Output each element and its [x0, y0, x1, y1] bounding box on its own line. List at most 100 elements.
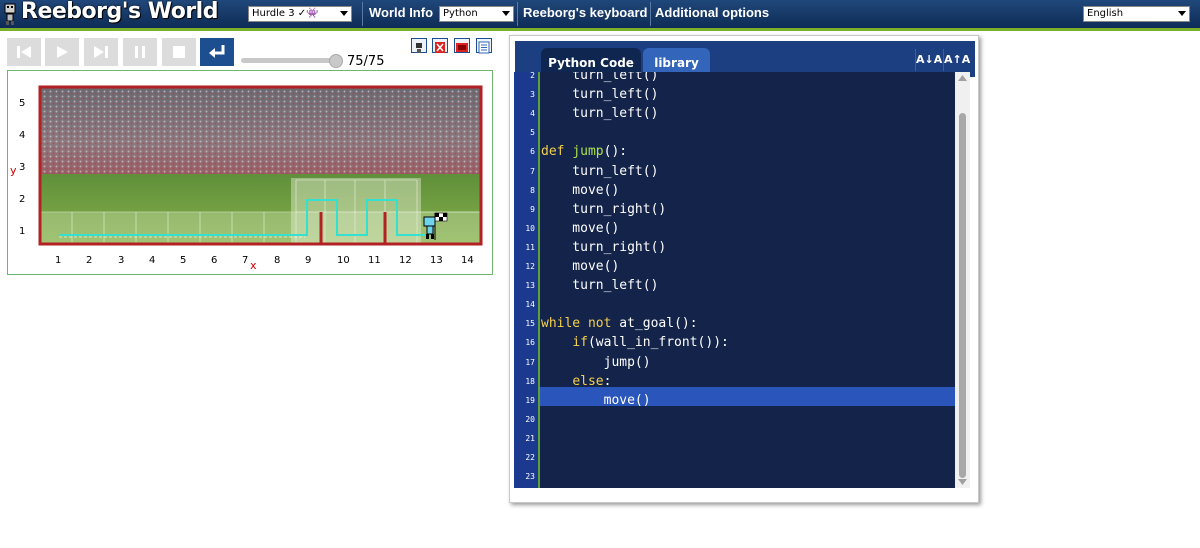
line-number-gutter: 2 3 4 5 6 7 8 9 10 11 12 13 14 15 16 17 18 19 20 21 22 23	[514, 72, 540, 488]
ui-language-select[interactable]: English	[1083, 6, 1190, 22]
divider	[650, 2, 651, 26]
line-number: 20	[525, 414, 535, 424]
x-tick-label: 1	[55, 255, 62, 266]
ui-language-select-value: English	[1087, 8, 1124, 19]
code-text: turn_left()	[541, 106, 659, 122]
app-title: Reeborg's World	[21, 0, 218, 24]
world-info-button[interactable]: World Info	[369, 5, 433, 20]
edit-world-icon[interactable]	[454, 38, 470, 53]
code-text: turn_left()	[541, 87, 659, 103]
code-text: ():	[603, 144, 628, 160]
code-text: move()	[541, 220, 620, 236]
stop-icon	[173, 46, 185, 58]
x-tick-label: 3	[118, 255, 125, 266]
code-text: move()	[541, 392, 651, 408]
code-line: if(wall_in_front()):	[541, 335, 729, 350]
code-keyword: if	[572, 335, 588, 351]
line-number: 18	[525, 376, 535, 386]
topbar-accent-line	[0, 28, 1200, 31]
play-icon	[57, 46, 68, 58]
world-select[interactable]: Hurdle 3 ✓👾	[248, 6, 352, 22]
additional-options-button[interactable]: Additional options	[655, 5, 769, 20]
code-line: move()	[541, 183, 619, 198]
reverse-step-button[interactable]	[7, 38, 41, 66]
world-select-value: Hurdle 3 ✓👾	[252, 8, 319, 19]
x-axis-letter: x	[250, 259, 257, 272]
line-number: 2	[530, 72, 535, 80]
notes-icon[interactable]	[476, 38, 492, 54]
font-decrease-button[interactable]: A↓A	[915, 49, 942, 71]
line-number: 13	[525, 281, 535, 291]
x-tick-label: 4	[149, 255, 156, 266]
code-text: at_goal():	[619, 316, 698, 332]
line-number: 9	[530, 204, 535, 214]
y-tick-label: 3	[19, 162, 26, 173]
code-text: jump()	[541, 354, 651, 370]
x-tick-label: 5	[180, 255, 187, 266]
code-keyword: else	[572, 373, 604, 389]
world-canvas[interactable]: 5 4 3 2 1 y 1 2 3 4 5 6 7 8 9 10 11 12 1…	[7, 70, 493, 275]
code-line: while not at_goal():	[541, 316, 698, 331]
x-tick-label: 12	[399, 255, 412, 266]
line-number: 3	[530, 90, 535, 100]
stop-button[interactable]	[162, 38, 196, 66]
y-tick-label: 4	[19, 130, 26, 141]
x-tick-label: 14	[461, 255, 474, 266]
x-tick-label: 8	[274, 255, 281, 266]
language-select[interactable]: Python	[439, 6, 514, 22]
x-tick-label: 9	[305, 255, 312, 266]
clear-world-icon[interactable]	[432, 38, 448, 53]
pause-icon	[135, 46, 145, 58]
divider	[362, 2, 363, 26]
line-number: 6	[530, 147, 535, 157]
scroll-down-icon[interactable]	[958, 479, 967, 485]
scroll-up-icon[interactable]	[958, 75, 967, 81]
code-text: turn_left()	[541, 163, 659, 179]
code-line: turn_left()	[541, 164, 658, 179]
line-number: 19	[525, 395, 535, 405]
scrollbar-thumb[interactable]	[959, 113, 966, 478]
code-line: turn_right()	[541, 240, 666, 255]
x-tick-label: 10	[337, 255, 350, 266]
reverse-step-icon	[17, 46, 31, 58]
pause-button[interactable]	[123, 38, 157, 66]
x-tick-label: 7	[242, 255, 249, 266]
y-axis-letter: y	[10, 164, 17, 177]
chevron-down-icon	[1178, 11, 1186, 16]
code-area[interactable]: 2 3 4 5 6 7 8 9 10 11 12 13 14 15 16 17 18 19 20 21 22 23 tur…	[514, 72, 955, 488]
line-number: 4	[530, 109, 535, 119]
speed-slider-handle[interactable]	[329, 54, 343, 68]
code-line: move()	[541, 221, 619, 236]
code-text: turn_left()	[541, 72, 659, 83]
reload-button[interactable]	[200, 38, 234, 66]
reload-icon	[209, 45, 225, 58]
code-line: turn_left()	[541, 278, 658, 293]
line-number: 10	[525, 223, 535, 233]
step-button[interactable]	[84, 38, 118, 66]
code-line: else:	[541, 374, 611, 389]
editor-scrollbar[interactable]	[955, 72, 970, 488]
code-line: move()	[541, 393, 651, 408]
speed-slider-track[interactable]	[241, 58, 339, 63]
line-number: 11	[525, 242, 535, 252]
x-tick-label: 11	[368, 255, 381, 266]
line-number: 7	[530, 166, 535, 176]
code-line: turn_right()	[541, 202, 666, 217]
keyboard-button[interactable]: Reeborg's keyboard	[523, 5, 647, 20]
code-line: jump()	[541, 355, 651, 370]
line-number: 17	[525, 357, 535, 367]
line-number: 12	[525, 262, 535, 271]
line-number: 14	[525, 300, 535, 310]
line-number: 21	[525, 433, 535, 443]
run-button[interactable]	[45, 38, 79, 66]
robot-settings-icon[interactable]	[411, 38, 427, 53]
x-tick-label: 6	[211, 255, 218, 266]
chevron-down-icon	[340, 11, 348, 16]
x-tick-label: 2	[86, 255, 93, 266]
line-number: 23	[525, 472, 535, 482]
font-increase-button[interactable]: A↑A	[943, 49, 970, 71]
code-keyword: not	[587, 316, 620, 332]
code-line: def jump():	[541, 144, 627, 159]
